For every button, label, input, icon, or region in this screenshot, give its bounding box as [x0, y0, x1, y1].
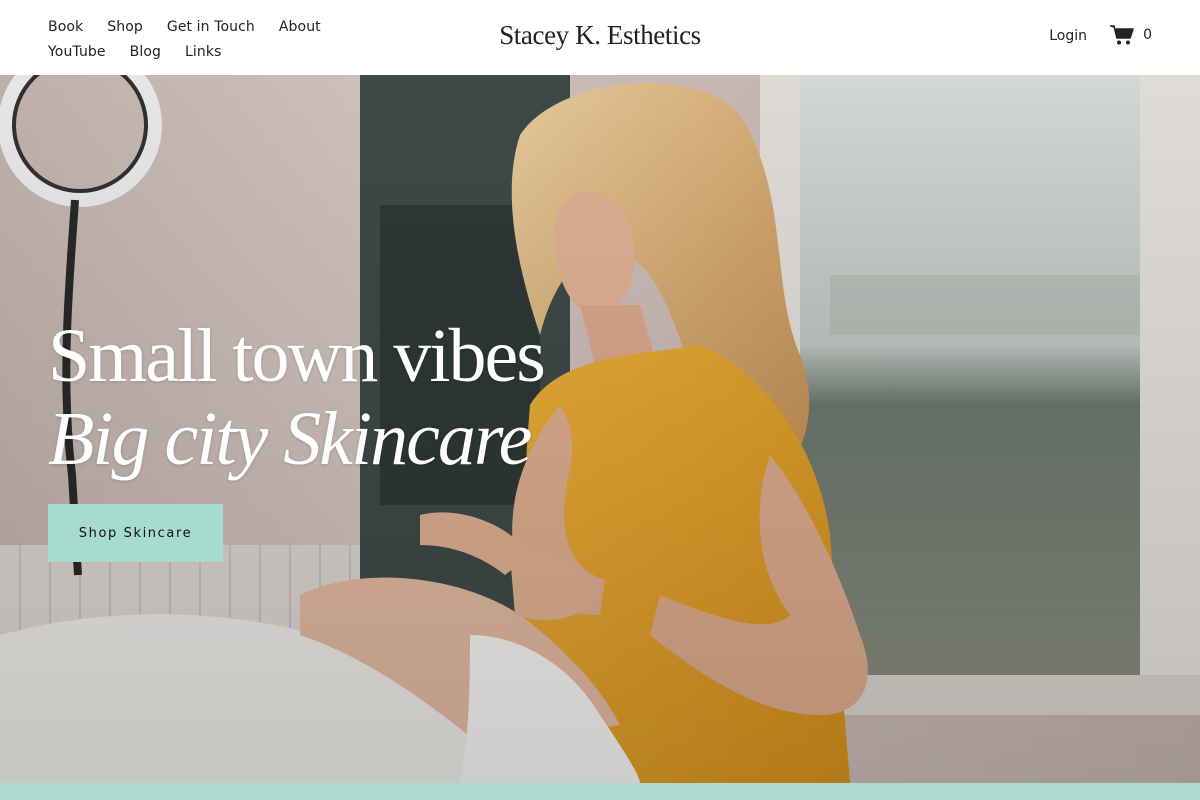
- shop-skincare-button[interactable]: Shop Skincare: [48, 504, 223, 562]
- hero-section: Small town vibes Big city Skincare Shop …: [0, 75, 1200, 783]
- shopping-cart-icon: [1109, 24, 1135, 46]
- section-divider-band: [0, 783, 1200, 800]
- cart-count: 0: [1143, 27, 1152, 43]
- hero-headline: Small town vibes Big city Skincare: [48, 314, 546, 481]
- hero-headline-line1: Small town vibes: [48, 314, 546, 398]
- cart-button[interactable]: 0: [1109, 24, 1152, 46]
- hero-headline-line2: Big city Skincare: [48, 397, 532, 481]
- site-logo-title[interactable]: Stacey K. Esthetics: [0, 20, 1200, 51]
- login-link[interactable]: Login: [1049, 28, 1087, 44]
- site-header: Book Shop Get in Touch About YouTube Blo…: [0, 0, 1200, 75]
